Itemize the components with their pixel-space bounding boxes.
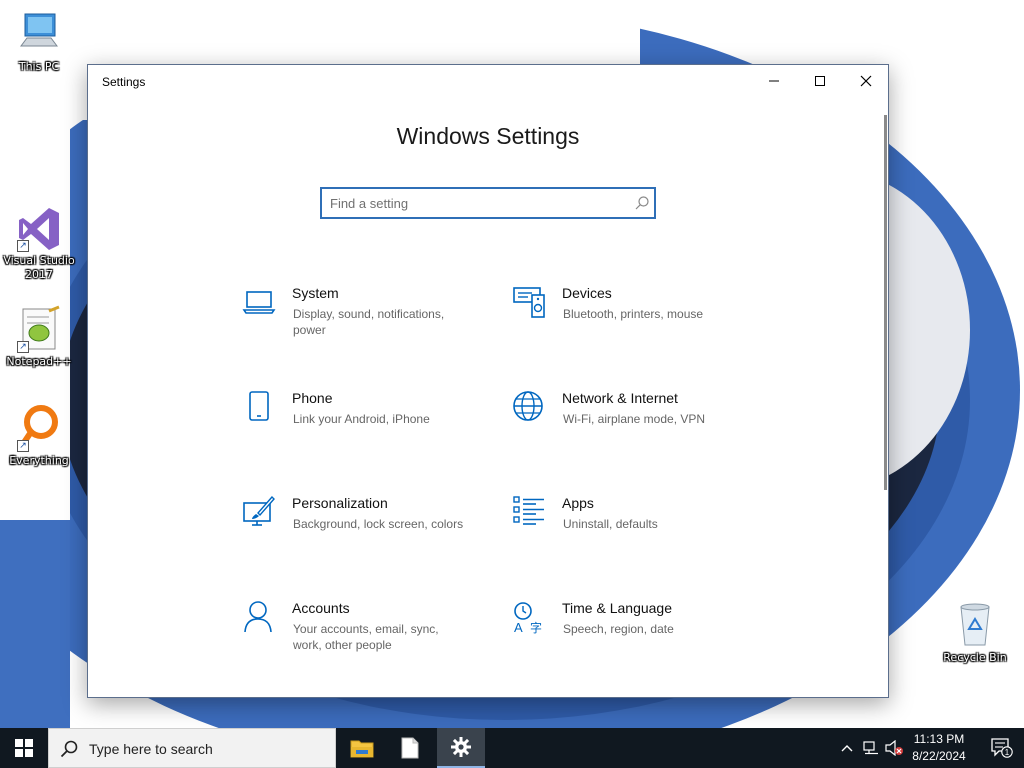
desktop-icon-label: Recycle Bin	[943, 651, 1007, 664]
chevron-up-icon	[841, 745, 853, 752]
laptop-icon	[242, 291, 276, 314]
tile-apps[interactable]: Apps Uninstall, defaults	[512, 495, 762, 575]
file-explorer-icon	[350, 740, 374, 758]
search-icon	[60, 740, 78, 758]
desktop-icon-label: Notepad++	[6, 355, 72, 368]
tile-description: Display, sound, notifications, power	[293, 307, 445, 337]
desktop-icon-visual-studio[interactable]: ↗ Visual Studio 2017	[1, 204, 77, 282]
maximize-button[interactable]	[797, 65, 843, 97]
scrollbar[interactable]	[884, 115, 887, 490]
tile-description: Link your Android, iPhone	[293, 412, 430, 426]
devices-icon	[513, 287, 545, 318]
tile-description: Background, lock screen, colors	[293, 517, 464, 531]
phone-icon	[249, 391, 269, 421]
tile-title: Personalization	[292, 495, 388, 511]
notepad-plus-plus-icon: ↗	[15, 305, 63, 353]
tile-title: Accounts	[292, 600, 350, 616]
desktop-icon-notepad-plus-plus[interactable]: ↗ Notepad++	[1, 305, 77, 369]
taskbar-notepad[interactable]	[386, 728, 434, 768]
tile-personalization[interactable]: Personalization Background, lock screen,…	[242, 495, 492, 575]
action-center-button[interactable]: 1	[980, 728, 1024, 768]
clock-time: 11:13 PM	[913, 732, 965, 746]
apps-list-icon	[513, 496, 544, 525]
volume-tray-button[interactable]	[883, 728, 905, 768]
minimize-button[interactable]	[751, 65, 797, 97]
window-title: Settings	[102, 75, 146, 89]
volume-muted-icon	[885, 740, 903, 756]
globe-icon	[513, 391, 543, 421]
title-bar[interactable]: Settings	[88, 65, 888, 99]
tile-network-internet[interactable]: Network & Internet Wi-Fi, airplane mode,…	[512, 390, 762, 470]
tile-description: Speech, region, date	[563, 622, 674, 636]
shortcut-arrow-icon: ↗	[17, 341, 29, 353]
tile-devices[interactable]: Devices Bluetooth, printers, mouse	[512, 285, 762, 365]
desktop-icon-label: Everything	[9, 454, 69, 467]
clock-date: 8/22/2024	[912, 749, 966, 763]
search-icon[interactable]	[634, 195, 650, 211]
tile-title: Phone	[292, 390, 333, 406]
tile-title: Apps	[562, 495, 594, 511]
desktop-icon-this-pc[interactable]: This PC	[1, 10, 77, 74]
tile-title: System	[292, 285, 339, 301]
shortcut-arrow-icon: ↗	[17, 440, 29, 452]
search-box[interactable]	[320, 187, 656, 219]
wallpaper-shape	[0, 520, 70, 728]
taskbar-file-explorer[interactable]	[338, 728, 386, 768]
tile-time-language[interactable]: A 字 Time & Language Speech, region, date	[512, 600, 762, 680]
network-tray-button[interactable]	[860, 728, 882, 768]
gear-icon	[451, 737, 471, 757]
tile-title: Devices	[562, 285, 612, 301]
tile-description: Uninstall, defaults	[563, 517, 658, 531]
svg-text:A: A	[514, 620, 523, 635]
close-button[interactable]	[843, 65, 889, 97]
windows-logo-icon	[15, 739, 33, 757]
person-icon	[244, 601, 272, 633]
settings-window: Settings Windows Settings System Display…	[87, 64, 889, 698]
time-language-icon: A 字	[514, 602, 542, 635]
notification-icon: 1	[991, 738, 1013, 758]
tile-description: Your accounts, email, sync, work, other …	[293, 622, 439, 652]
search-input[interactable]	[330, 194, 620, 212]
svg-text:字: 字	[530, 620, 542, 635]
start-button[interactable]	[0, 728, 48, 768]
notification-count: 1	[1005, 748, 1010, 757]
document-icon	[401, 737, 419, 759]
desktop-icon-label: This PC	[18, 60, 60, 73]
taskbar-settings[interactable]	[437, 728, 485, 768]
taskbar-clock[interactable]: 11:13 PM 8/22/2024	[904, 731, 974, 765]
tile-description: Wi-Fi, airplane mode, VPN	[563, 412, 706, 426]
minimize-icon	[769, 80, 779, 82]
desktop-icon-recycle-bin[interactable]: Recycle Bin	[937, 601, 1013, 665]
everything-search-icon: ↗	[15, 404, 63, 452]
shortcut-arrow-icon: ↗	[17, 240, 29, 252]
page-title: Windows Settings	[396, 123, 580, 149]
taskbar: Type here to search 11:13 PM 8/22/2024 1	[0, 728, 1024, 768]
tile-system[interactable]: System Display, sound, notifications, po…	[242, 285, 492, 365]
recycle-bin-icon	[951, 601, 999, 649]
paintbrush-icon	[243, 495, 275, 526]
show-hidden-icons-button[interactable]	[836, 728, 858, 768]
desktop-icon-everything[interactable]: ↗ Everything	[1, 404, 77, 468]
this-pc-icon	[15, 10, 63, 58]
taskbar-search-box[interactable]: Type here to search	[48, 728, 336, 768]
tile-phone[interactable]: Phone Link your Android, iPhone	[242, 390, 492, 470]
tile-accounts[interactable]: Accounts Your accounts, email, sync, wor…	[242, 600, 492, 680]
tile-description: Bluetooth, printers, mouse	[563, 307, 704, 321]
tile-title: Time & Language	[562, 600, 672, 616]
taskbar-search-text: Type here to search	[89, 741, 213, 757]
desktop-icon-label: Visual Studio 2017	[3, 254, 75, 281]
tile-title: Network & Internet	[562, 390, 678, 406]
network-icon	[863, 741, 878, 755]
close-icon	[860, 75, 872, 87]
maximize-icon	[815, 76, 825, 86]
visual-studio-icon: ↗	[15, 204, 63, 252]
